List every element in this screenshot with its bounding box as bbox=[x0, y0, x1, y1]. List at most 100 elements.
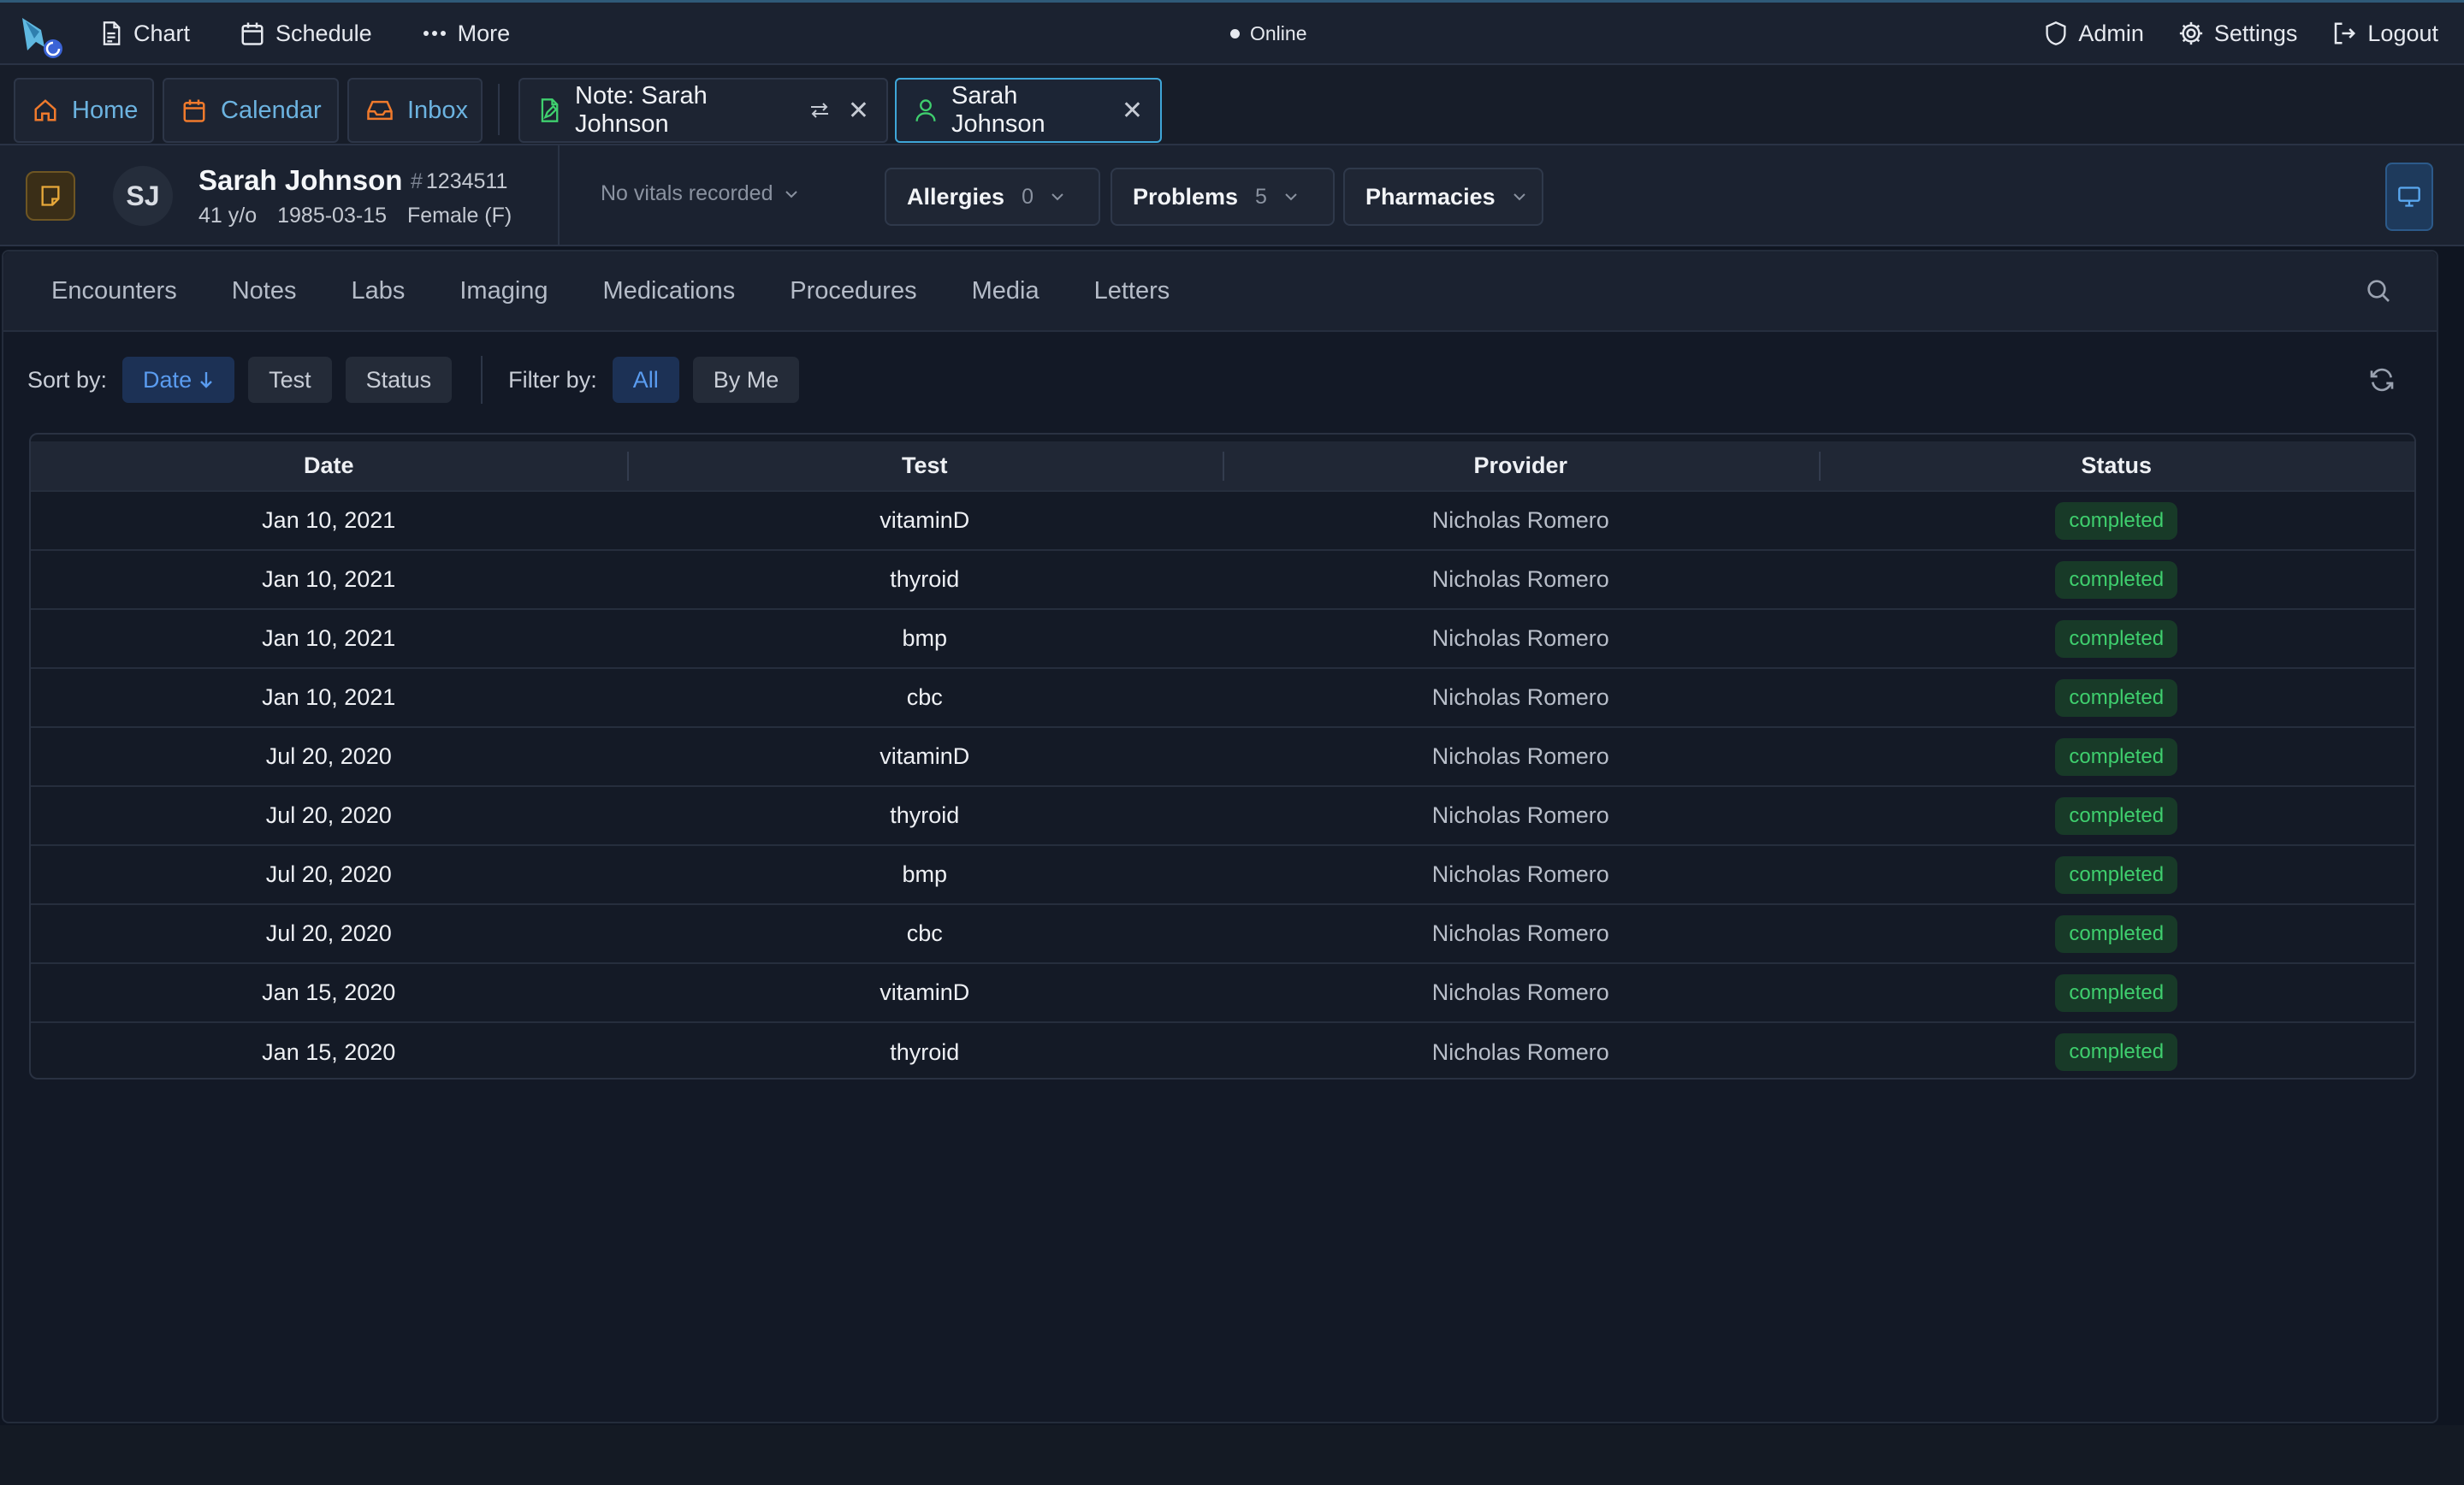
note-edit-icon bbox=[537, 98, 561, 123]
tab-inbox[interactable]: Inbox bbox=[347, 78, 483, 143]
column-header-test[interactable]: Test bbox=[626, 441, 1223, 491]
tab-home[interactable]: Home bbox=[14, 78, 154, 143]
cell-status: completed bbox=[1818, 1021, 2414, 1078]
column-header-date[interactable]: Date bbox=[31, 441, 627, 491]
cell-test: vitaminD bbox=[626, 726, 1223, 786]
sort-date-button[interactable]: Date bbox=[122, 357, 235, 403]
table-row[interactable]: Jan 15, 2020 thyroid Nicholas Romero com… bbox=[31, 1021, 2414, 1078]
cell-provider: Nicholas Romero bbox=[1223, 490, 1819, 550]
logout-icon bbox=[2331, 21, 2357, 46]
nav-more[interactable]: More bbox=[422, 21, 510, 47]
tab-bar: Home Calendar Inbox Note: Sarah Johnson … bbox=[0, 65, 2464, 145]
table-header-row: Date Test Provider Status bbox=[31, 441, 2414, 491]
patient-demographics: 41 y/o 1985-03-15 Female (F) bbox=[198, 204, 512, 228]
search-icon[interactable] bbox=[2365, 277, 2392, 305]
tab-note-sarah-johnson[interactable]: Note: Sarah Johnson ✕ bbox=[518, 78, 888, 143]
table-row[interactable]: Jul 20, 2020 thyroid Nicholas Romero com… bbox=[31, 785, 2414, 845]
sort-filter-toolbar: Sort by: Date Test Status Filter by: All… bbox=[27, 356, 813, 404]
display-mode-button[interactable] bbox=[2385, 163, 2433, 231]
admin-button[interactable]: Admin bbox=[2044, 21, 2144, 47]
logout-button[interactable]: Logout bbox=[2331, 21, 2438, 47]
settings-button[interactable]: Settings bbox=[2178, 21, 2297, 47]
table-row[interactable]: Jan 10, 2021 bmp Nicholas Romero complet… bbox=[31, 608, 2414, 668]
swap-icon[interactable] bbox=[808, 100, 831, 121]
chevron-down-icon bbox=[1051, 192, 1064, 201]
patient-age: 41 y/o bbox=[198, 204, 258, 228]
table-row[interactable]: Jan 10, 2021 cbc Nicholas Romero complet… bbox=[31, 667, 2414, 727]
calendar-icon bbox=[240, 21, 265, 46]
subtab-imaging[interactable]: Imaging bbox=[459, 277, 548, 305]
problems-dropdown[interactable]: Problems 5 bbox=[1111, 168, 1335, 226]
cell-test: thyroid bbox=[626, 785, 1223, 845]
subtab-encounters[interactable]: Encounters bbox=[51, 277, 177, 305]
sort-status-button[interactable]: Status bbox=[345, 357, 453, 403]
cell-test: cbc bbox=[626, 903, 1223, 963]
table-row[interactable]: Jan 10, 2021 vitaminD Nicholas Romero co… bbox=[31, 490, 2414, 550]
close-icon[interactable]: ✕ bbox=[1122, 96, 1143, 126]
cell-status: completed bbox=[1818, 608, 2414, 668]
cell-date: Jan 10, 2021 bbox=[31, 608, 627, 668]
connection-status: Online bbox=[1230, 3, 1306, 64]
table-row[interactable]: Jul 20, 2020 cbc Nicholas Romero complet… bbox=[31, 903, 2414, 963]
subtab-medications[interactable]: Medications bbox=[603, 277, 736, 305]
column-header-status[interactable]: Status bbox=[1818, 441, 2414, 491]
nav-chart[interactable]: Chart bbox=[99, 21, 190, 47]
cell-status: completed bbox=[1818, 726, 2414, 786]
table-row[interactable]: Jan 15, 2020 vitaminD Nicholas Romero co… bbox=[31, 962, 2414, 1022]
status-badge: completed bbox=[2055, 678, 2178, 717]
cell-date: Jul 20, 2020 bbox=[31, 726, 627, 786]
avatar: SJ bbox=[113, 166, 173, 226]
cell-status: completed bbox=[1818, 903, 2414, 963]
cell-date: Jul 20, 2020 bbox=[31, 785, 627, 845]
cell-status: completed bbox=[1818, 844, 2414, 904]
table-row[interactable]: Jul 20, 2020 vitaminD Nicholas Romero co… bbox=[31, 726, 2414, 786]
cell-provider: Nicholas Romero bbox=[1223, 844, 1819, 904]
cell-date: Jan 10, 2021 bbox=[31, 667, 627, 727]
status-badge: completed bbox=[2055, 560, 2178, 599]
sort-test-button[interactable]: Test bbox=[248, 357, 332, 403]
status-badge: completed bbox=[2055, 1033, 2178, 1071]
column-header-provider[interactable]: Provider bbox=[1223, 441, 1819, 491]
subtab-notes[interactable]: Notes bbox=[232, 277, 297, 305]
allergies-dropdown[interactable]: Allergies 0 bbox=[885, 168, 1100, 226]
cell-test: vitaminD bbox=[626, 962, 1223, 1022]
sticky-note-button[interactable] bbox=[26, 171, 75, 221]
status-badge: completed bbox=[2055, 973, 2178, 1012]
patient-name: Sarah Johnson bbox=[198, 164, 403, 196]
close-icon[interactable]: ✕ bbox=[848, 96, 869, 126]
chevron-down-icon bbox=[1513, 192, 1526, 201]
header-divider bbox=[558, 145, 560, 245]
cell-date: Jan 10, 2021 bbox=[31, 549, 627, 609]
tab-calendar[interactable]: Calendar bbox=[163, 78, 339, 143]
app-logo-icon[interactable] bbox=[19, 13, 65, 59]
table-row[interactable]: Jan 10, 2021 thyroid Nicholas Romero com… bbox=[31, 549, 2414, 609]
cell-provider: Nicholas Romero bbox=[1223, 785, 1819, 845]
cell-provider: Nicholas Romero bbox=[1223, 667, 1819, 727]
subtab-labs[interactable]: Labs bbox=[351, 277, 405, 305]
labs-panel: Encounters Notes Labs Imaging Medication… bbox=[2, 250, 2438, 1423]
refresh-icon[interactable] bbox=[2368, 366, 2396, 393]
toolbar-divider bbox=[481, 356, 483, 404]
subtab-procedures[interactable]: Procedures bbox=[790, 277, 916, 305]
pharmacies-dropdown[interactable]: Pharmacies bbox=[1343, 168, 1543, 226]
status-badge: completed bbox=[2055, 796, 2178, 835]
subtab-letters[interactable]: Letters bbox=[1094, 277, 1170, 305]
cell-test: thyroid bbox=[626, 1021, 1223, 1078]
file-text-icon bbox=[99, 21, 123, 46]
cell-provider: Nicholas Romero bbox=[1223, 1021, 1819, 1078]
cell-test: vitaminD bbox=[626, 490, 1223, 550]
tab-patient-sarah-johnson[interactable]: Sarah Johnson ✕ bbox=[895, 78, 1162, 143]
filter-all-button[interactable]: All bbox=[612, 357, 679, 403]
table-row[interactable]: Jul 20, 2020 bmp Nicholas Romero complet… bbox=[31, 844, 2414, 904]
more-dots-icon bbox=[422, 29, 447, 38]
vitals-dropdown[interactable]: No vitals recorded bbox=[601, 181, 798, 206]
nav-schedule[interactable]: Schedule bbox=[240, 21, 372, 47]
subtab-media[interactable]: Media bbox=[972, 277, 1040, 305]
labs-table: Date Test Provider Status Jan 10, 2021 v… bbox=[29, 433, 2416, 1080]
filter-by-me-button[interactable]: By Me bbox=[692, 357, 800, 403]
patient-mrn: #1234511 bbox=[411, 169, 508, 193]
user-icon bbox=[914, 98, 938, 123]
chevron-down-icon bbox=[785, 190, 798, 198]
cell-test: cbc bbox=[626, 667, 1223, 727]
cell-provider: Nicholas Romero bbox=[1223, 903, 1819, 963]
